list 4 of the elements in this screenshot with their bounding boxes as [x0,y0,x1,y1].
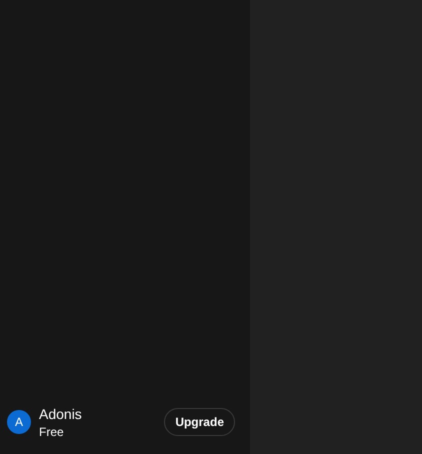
user-name: Adonis [39,406,82,422]
upgrade-button[interactable]: Upgrade [164,408,235,436]
avatar[interactable]: A [7,410,31,434]
plan-label: Free [39,424,65,438]
